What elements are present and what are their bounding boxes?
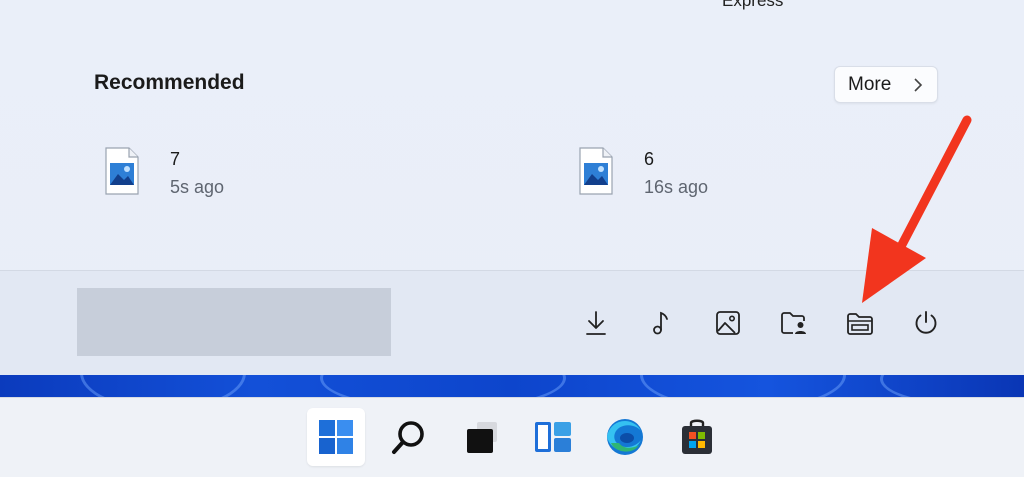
download-icon[interactable] <box>580 307 612 339</box>
more-button-label: More <box>848 73 892 95</box>
item-name: 6 <box>644 149 655 169</box>
start-footer <box>0 270 1024 376</box>
user-account-button[interactable] <box>77 288 391 356</box>
edge-icon[interactable] <box>596 408 654 466</box>
task-view-icon[interactable] <box>452 408 510 466</box>
user-folder-icon[interactable] <box>778 307 810 339</box>
start-menu: Express Recommended More 7 5s ago 6 16s … <box>0 0 1024 376</box>
item-time: 5s ago <box>170 177 225 197</box>
pinned-app-label[interactable]: Express <box>722 0 783 11</box>
recommended-item[interactable]: 6 16s ago <box>578 147 708 198</box>
store-icon[interactable] <box>668 408 726 466</box>
item-name: 7 <box>170 149 181 169</box>
music-icon[interactable] <box>646 307 678 339</box>
item-time: 16s ago <box>644 177 709 197</box>
more-button[interactable]: More <box>834 66 938 103</box>
power-icon[interactable] <box>910 307 942 339</box>
chevron-right-icon <box>913 77 923 98</box>
taskbar <box>0 397 1024 477</box>
file-explorer-icon[interactable] <box>844 307 876 339</box>
recommended-item[interactable]: 7 5s ago <box>104 147 224 198</box>
pictures-icon[interactable] <box>712 307 744 339</box>
search-icon[interactable] <box>380 408 438 466</box>
desktop-wallpaper <box>0 375 1024 397</box>
widgets-icon[interactable] <box>524 408 582 466</box>
image-file-icon <box>578 147 614 195</box>
windows-start-icon[interactable] <box>307 408 365 466</box>
image-file-icon <box>104 147 140 195</box>
recommended-heading: Recommended <box>94 71 245 94</box>
